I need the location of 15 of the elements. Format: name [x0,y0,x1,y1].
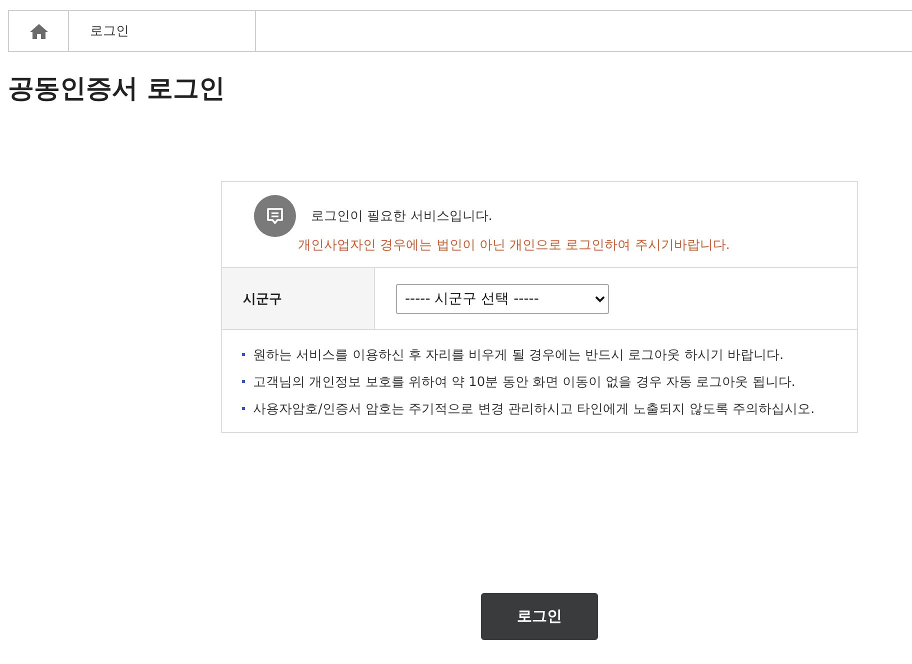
page-title: 공동인증서 로그인 [8,73,226,106]
district-select[interactable]: ----- 시군구 선택 ----- [396,284,609,314]
bullet-icon [242,380,245,383]
bullet-icon [242,353,245,356]
guideline-text: 사용자암호/인증서 암호는 주기적으로 변경 관리하시고 타인에게 노출되지 않도록 주의하십시오. [253,400,815,418]
guideline-text: 고객님의 개인정보 보호를 위하여 약 10분 동안 화면 이동이 없을 경우 자동 로그아웃 됩니다. [253,374,796,390]
bullet-icon [242,407,245,410]
speech-bubble-icon [254,195,296,237]
login-button[interactable]: 로그인 [481,593,598,640]
home-icon[interactable] [30,24,48,38]
warning-message: 개인사업자인 경우에는 법인이 아닌 개인으로 로그인하여 주시기바랍니다. [298,237,731,255]
login-required-message: 로그인이 필요한 서비스입니다. [311,208,492,225]
guideline-text: 원하는 서비스를 이용하신 후 자리를 비우게 될 경우에는 반드시 로그아웃 하시기 바랍니다. [253,346,784,364]
breadcrumb-link[interactable]: 로그인 [90,22,129,40]
district-label: 시군구 [243,290,282,308]
